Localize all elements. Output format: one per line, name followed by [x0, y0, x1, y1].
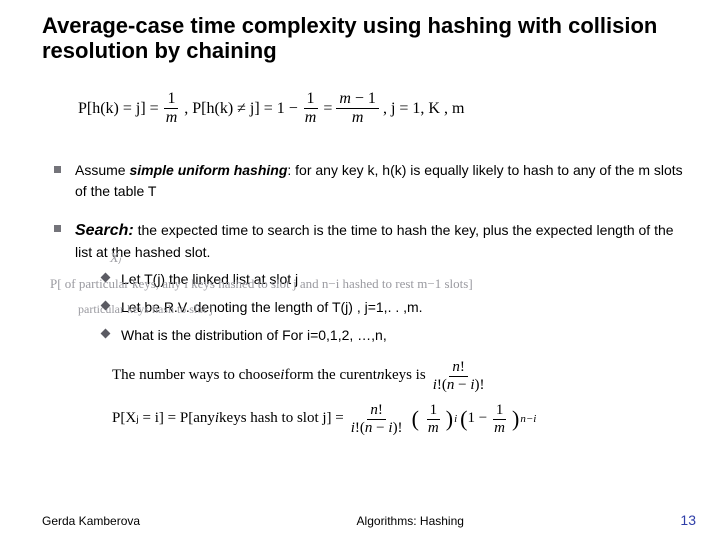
- slide-title: Average-case time complexity using hashi…: [42, 14, 686, 63]
- math-row-1: The number ways to choose i form the cur…: [112, 360, 686, 393]
- bullet-search: Search: the expected time to search is t…: [42, 219, 686, 262]
- sub-c: What is the distribution of For i=0,1,2,…: [102, 324, 686, 348]
- math-block: The number ways to choose i form the cur…: [112, 360, 686, 436]
- fraction-n-choose-i: n! i!(n − i)!: [430, 360, 488, 393]
- m2b: keys hash to slot j] =: [219, 409, 344, 429]
- bullet1-strong: simple uniform hashing: [129, 162, 287, 178]
- fraction-m1-over-m: m − 1m: [336, 91, 379, 126]
- bullet1-pre: Assume: [75, 162, 129, 178]
- sub-bullets: Xⱼ P[ of particular keys, any i keys has…: [102, 268, 686, 347]
- sub-b: Let be R.V. denoting the length of T(j) …: [102, 296, 686, 320]
- square-bullet-icon: [54, 166, 61, 173]
- eq-part-3: =: [323, 98, 332, 120]
- diamond-bullet-icon: [101, 328, 111, 338]
- sub-a-text: Let T(j) the linked list at slot j: [121, 268, 686, 292]
- m1a: The number ways to choose: [112, 366, 280, 386]
- slide: Average-case time complexity using hashi…: [0, 0, 720, 540]
- footer: Gerda Kamberova Algorithms: Hashing 13: [0, 512, 720, 528]
- math-row-2: P[Xⱼ = i] = P[any i keys hash to slot j]…: [112, 403, 686, 436]
- fraction-1m-b: 1m: [491, 403, 508, 436]
- bullet2-strong: Search:: [75, 222, 134, 239]
- fraction-1-over-m-b: 1m: [302, 91, 320, 126]
- sub-a: Let T(j) the linked list at slot j: [102, 268, 686, 292]
- eq-part-2: , P[h(k) ≠ j] = 1 −: [184, 98, 297, 120]
- bullet2-post: the expected time to search is the time …: [75, 222, 674, 260]
- bullet-search-text: Search: the expected time to search is t…: [75, 219, 686, 262]
- fraction-1-over-m: 1m: [163, 91, 181, 126]
- probability-equation: P[h(k) = j] = 1m , P[h(k) ≠ j] = 1 − 1m …: [78, 91, 686, 126]
- eq-part-1: P[h(k) = j] =: [78, 98, 159, 120]
- m2a: P[Xⱼ = i] = P[any: [112, 409, 215, 429]
- footer-author: Gerda Kamberova: [42, 514, 140, 528]
- m1c: keys is: [384, 366, 425, 386]
- footer-page: 13: [680, 512, 696, 528]
- eq-part-4: , j = 1, K , m: [383, 98, 464, 120]
- square-bullet-icon: [54, 225, 61, 232]
- sub-b-text: Let be R.V. denoting the length of T(j) …: [121, 296, 686, 320]
- footer-center: Algorithms: Hashing: [357, 514, 464, 528]
- diamond-bullet-icon: [101, 273, 111, 283]
- fraction-binom: n! i!(n − i)!: [348, 403, 406, 436]
- sub-c-text: What is the distribution of For i=0,1,2,…: [121, 324, 686, 348]
- bullet-assume-text: Assume simple uniform hashing: for any k…: [75, 160, 686, 201]
- diamond-bullet-icon: [101, 301, 111, 311]
- fraction-1m: 1m: [425, 403, 442, 436]
- bullet-assume: Assume simple uniform hashing: for any k…: [42, 160, 686, 201]
- m1b: form the curent: [284, 366, 376, 386]
